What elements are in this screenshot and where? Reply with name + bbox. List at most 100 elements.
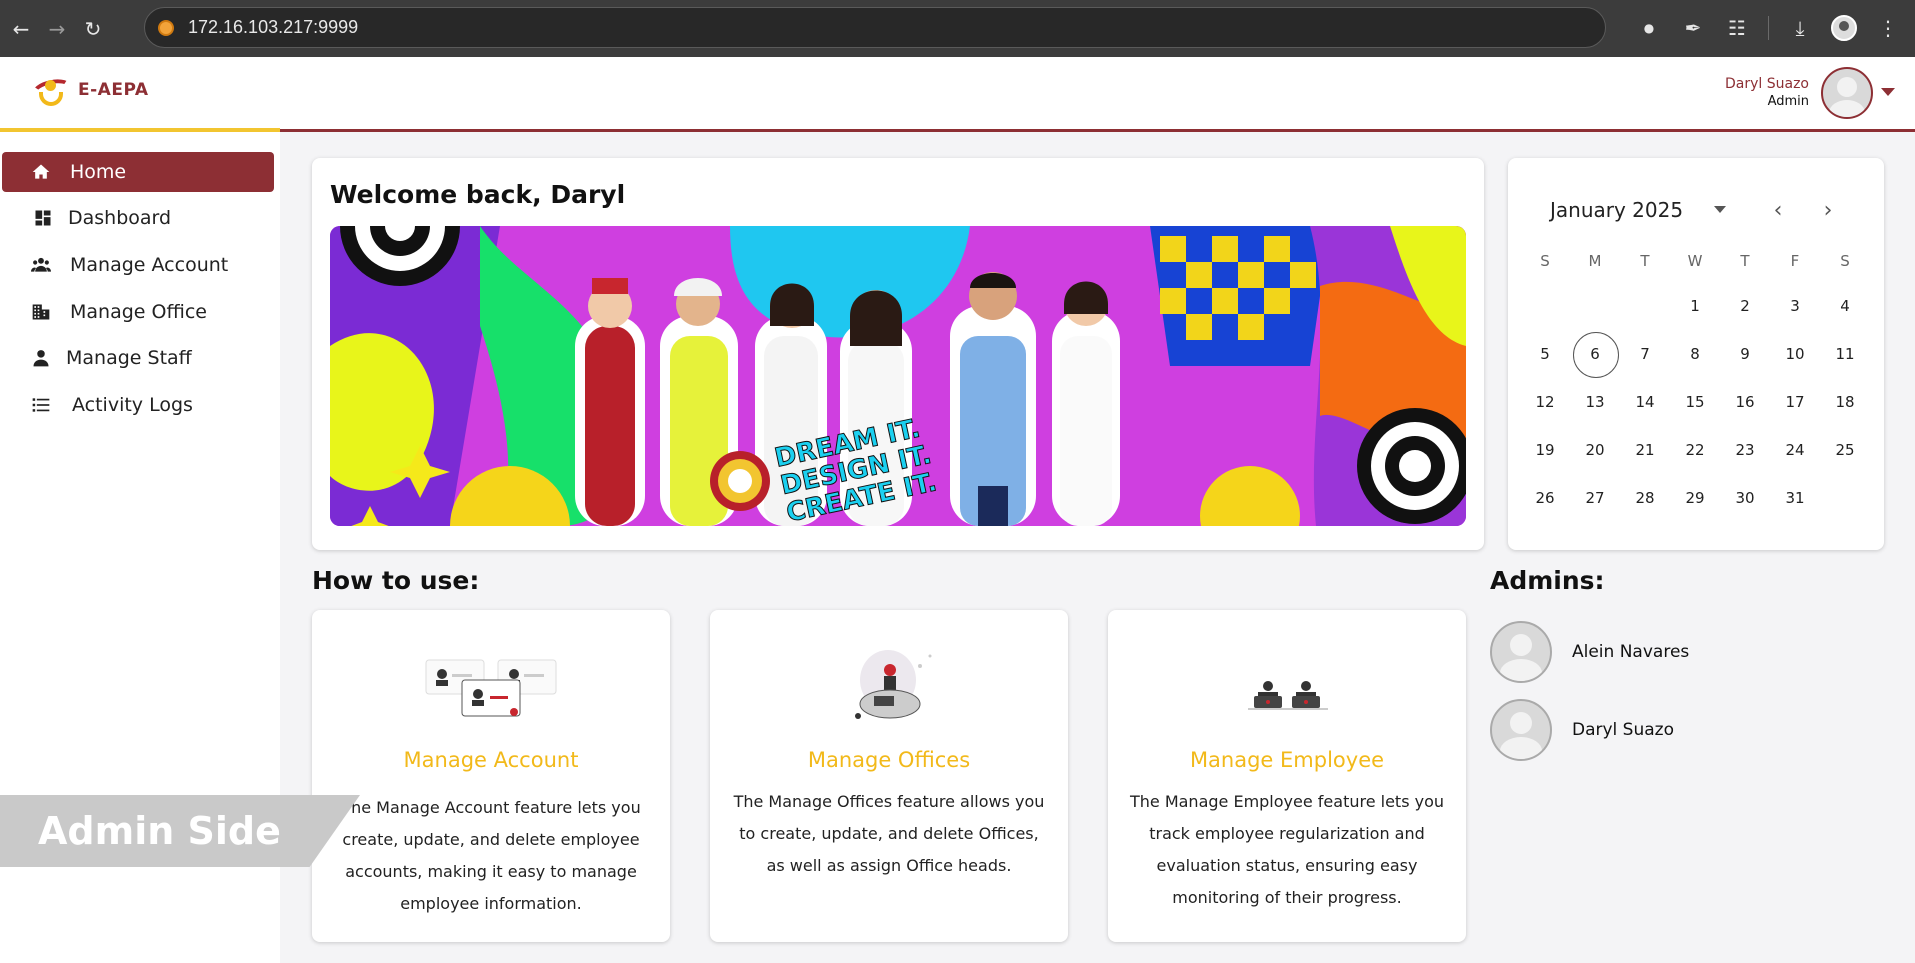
calendar-day[interactable]: 31 [1770, 476, 1820, 520]
home-icon [30, 161, 52, 183]
kebab-menu-icon[interactable]: ⋮ [1869, 10, 1907, 46]
calendar-day[interactable]: 26 [1520, 476, 1570, 520]
address-bar[interactable]: 172.16.103.217:9999 [144, 7, 1606, 48]
chevron-down-icon[interactable] [1714, 206, 1726, 213]
admins-title: Admins: [1490, 566, 1605, 595]
calendar-empty-cell [1820, 476, 1870, 520]
how-card-title: Manage Offices [807, 748, 971, 772]
calendar-day[interactable]: 6 [1570, 332, 1620, 378]
calendar-month-label[interactable]: January 2025 [1550, 198, 1683, 222]
calendar-day[interactable]: 5 [1520, 332, 1570, 376]
how-card-title: Manage Employee [1189, 748, 1385, 772]
calendar-day[interactable]: 15 [1670, 380, 1720, 424]
manage-employee-illustration-icon [1108, 646, 1466, 726]
puzzle-icon[interactable]: ☷ [1718, 10, 1756, 46]
calendar-week-row: 12 13 14 15 16 17 18 [1520, 378, 1872, 426]
app-logo[interactable]: E-AEPA [30, 72, 149, 108]
how-card-description: The Manage Employee feature lets you tra… [1129, 792, 1445, 907]
reload-icon[interactable]: ↻ [78, 14, 108, 44]
calendar-weekday-row: S M T W T F S [1520, 246, 1872, 276]
how-card-manage-employee: Manage Employee The Manage Employee feat… [1108, 610, 1466, 942]
calendar-day[interactable]: 9 [1720, 332, 1770, 376]
how-card-title: Manage Account [403, 748, 579, 772]
calendar-day[interactable]: 30 [1720, 476, 1770, 520]
calendar-day[interactable]: 7 [1620, 332, 1670, 376]
calendar-day[interactable]: 16 [1720, 380, 1770, 424]
toolbar-divider [1768, 16, 1769, 40]
sidebar-item-label: Manage Office [70, 301, 207, 323]
calendar-week-row: 26 27 28 29 30 31 [1520, 474, 1872, 522]
calendar-day[interactable]: 3 [1770, 284, 1820, 328]
calendar-day[interactable]: 22 [1670, 428, 1720, 472]
weekday-label: M [1588, 252, 1602, 270]
site-info-icon[interactable] [158, 19, 174, 36]
app-header [0, 57, 1915, 132]
calendar-day[interactable]: 1 [1670, 284, 1720, 328]
calendar-day[interactable]: 19 [1520, 428, 1570, 472]
user-role: Admin [1767, 94, 1809, 109]
eyedropper-icon[interactable]: ✒ [1674, 10, 1712, 46]
calendar-day[interactable]: 25 [1820, 428, 1870, 472]
calendar-day[interactable]: 20 [1570, 428, 1620, 472]
banner-image: DREAM IT. DESIGN IT. CREATE IT. [330, 226, 1466, 526]
extension-icon[interactable]: ● [1630, 10, 1668, 46]
chevron-down-icon[interactable] [1881, 88, 1895, 96]
calendar-day[interactable]: 27 [1570, 476, 1620, 520]
users-icon [30, 254, 52, 276]
chevron-right-icon[interactable]: › [1814, 196, 1842, 224]
sidebar-item-dashboard[interactable]: Dashboard [2, 198, 274, 238]
user-name: Daryl Suazo [1725, 76, 1809, 92]
weekday-label: F [1790, 252, 1800, 270]
admin-list-item[interactable]: Daryl Suazo [1490, 699, 1674, 761]
calendar-week-row: 5 6 7 8 9 10 11 [1520, 330, 1872, 378]
chevron-left-icon[interactable]: ‹ [1764, 196, 1792, 224]
calendar-day[interactable]: 29 [1670, 476, 1720, 520]
weekday-label: T [1740, 252, 1750, 270]
forward-arrow-icon[interactable]: → [42, 14, 72, 44]
url-text[interactable]: 172.16.103.217:9999 [188, 17, 358, 38]
building-icon [30, 301, 52, 323]
calendar-day[interactable]: 28 [1620, 476, 1670, 520]
download-icon[interactable]: ⤓ [1781, 10, 1819, 46]
list-icon [30, 394, 52, 416]
calendar-day[interactable]: 21 [1620, 428, 1670, 472]
admin-name: Daryl Suazo [1572, 720, 1674, 740]
weekday-label: W [1687, 252, 1703, 270]
how-card-manage-offices: Manage Offices The Manage Offices featur… [710, 610, 1068, 942]
welcome-card: Welcome back, Daryl DREAM IT. DESIGN IT.… [312, 158, 1484, 550]
calendar-weeks: 1 2 3 4 5 6 7 8 9 10 11 12 13 14 15 16 17 18 19 20 21 22 23 24 2… [1520, 282, 1872, 522]
profile-icon[interactable] [1825, 10, 1863, 46]
calendar-day[interactable]: 13 [1570, 380, 1620, 424]
calendar-day[interactable]: 2 [1720, 284, 1770, 328]
calendar-day[interactable]: 10 [1770, 332, 1820, 376]
how-card-manage-account: Manage Account The Manage Account featur… [312, 610, 670, 942]
calendar-day[interactable]: 14 [1620, 380, 1670, 424]
calendar-empty-cell [1620, 284, 1670, 328]
user-info[interactable]: Daryl Suazo Admin [1725, 76, 1809, 109]
sidebar-item-manage-account[interactable]: Manage Account [2, 245, 274, 285]
calendar-week-row: 1234 [1520, 282, 1872, 330]
calendar-day[interactable]: 18 [1820, 380, 1870, 424]
person-icon [30, 347, 52, 369]
manage-account-illustration-icon [312, 646, 670, 726]
calendar-day[interactable]: 4 [1820, 284, 1870, 328]
calendar-day[interactable]: 12 [1520, 380, 1570, 424]
calendar-day[interactable]: 11 [1820, 332, 1870, 376]
sidebar-item-home[interactable]: Home [2, 152, 274, 192]
avatar[interactable] [1821, 67, 1873, 119]
sidebar-item-manage-office[interactable]: Manage Office [2, 292, 274, 332]
weekday-label: S [1840, 252, 1850, 270]
sidebar-item-label: Activity Logs [72, 394, 193, 416]
weekday-label: T [1640, 252, 1650, 270]
calendar-day[interactable]: 8 [1670, 332, 1720, 376]
sidebar-item-activity-logs[interactable]: Activity Logs [2, 385, 274, 425]
calendar-card: January 2025 ‹ › S M T W T F S 123456789… [1508, 158, 1884, 550]
calendar-grid: S M T W T F S 1 2 3 4 5 6 7 8 9 10 11 12 13 14 15 16 17 1… [1520, 246, 1872, 522]
calendar-day[interactable]: 24 [1770, 428, 1820, 472]
back-arrow-icon[interactable]: ← [6, 14, 36, 44]
admin-list-item[interactable]: Alein Navares [1490, 621, 1689, 683]
sidebar-item-label: Manage Staff [66, 347, 192, 369]
calendar-day[interactable]: 17 [1770, 380, 1820, 424]
sidebar-item-manage-staff[interactable]: Manage Staff [2, 338, 274, 378]
calendar-day[interactable]: 23 [1720, 428, 1770, 472]
